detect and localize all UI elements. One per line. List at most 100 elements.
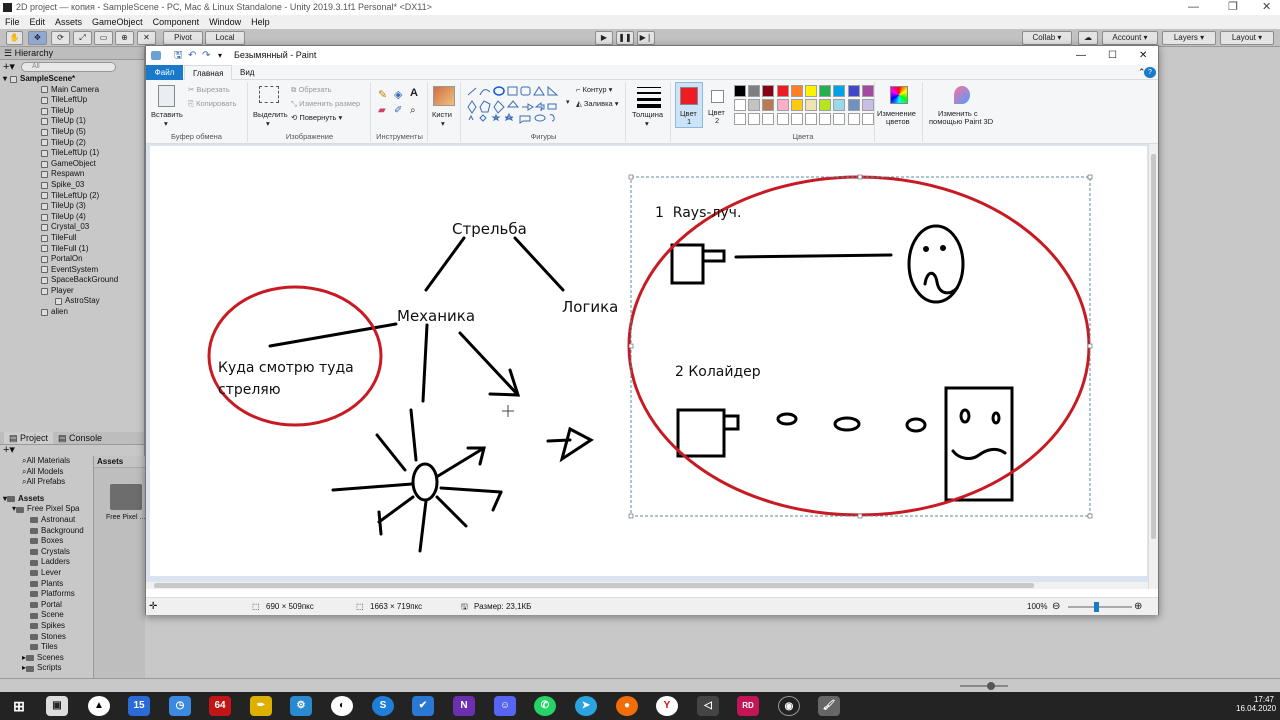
redo-icon[interactable]: ↷ [202, 46, 210, 65]
hierarchy-item[interactable]: TileLeftUp [0, 95, 144, 106]
palette-swatch[interactable] [805, 85, 817, 97]
menu-gameobject[interactable]: GameObject [87, 15, 148, 29]
hierarchy-item[interactable]: TileUp [0, 106, 144, 117]
paint3d-icon[interactable] [954, 86, 970, 104]
copy-button[interactable]: ⎘ Копировать [188, 99, 236, 109]
custom-color-slot[interactable] [819, 113, 832, 125]
text-icon[interactable]: A [410, 87, 418, 99]
palette-swatch[interactable] [748, 85, 761, 97]
menu-file[interactable]: File [0, 15, 25, 29]
horizontal-scroll-thumb[interactable] [154, 583, 1034, 588]
project-folder[interactable]: Portal [0, 600, 90, 611]
menu-window[interactable]: Window [204, 15, 246, 29]
project-folder[interactable]: Platforms [0, 589, 90, 600]
folder-icon[interactable] [110, 484, 142, 510]
hierarchy-item[interactable]: AstroStay [0, 296, 144, 307]
hierarchy-item[interactable]: TileUp (1) [0, 116, 144, 127]
console-tab[interactable]: ▤ Console [53, 432, 107, 444]
select-button[interactable]: Выделить [253, 110, 288, 119]
eraser-icon[interactable]: ▰ [378, 105, 386, 116]
hierarchy-item[interactable]: Crystal_03 [0, 222, 144, 233]
custom-color-slot[interactable] [762, 113, 775, 125]
hierarchy-item[interactable]: SpaceBackGround [0, 275, 144, 286]
layout-dropdown[interactable]: Layout ▾ [1220, 31, 1274, 45]
app-feather-icon[interactable]: ✒ [250, 696, 272, 716]
project-folder[interactable]: ▸ Scripts [0, 663, 90, 674]
palette-swatch[interactable] [762, 99, 775, 111]
explorer-icon[interactable]: ▣ [46, 696, 68, 716]
project-folder[interactable]: Astronaut [0, 515, 90, 526]
assets-root[interactable]: ▾ Assets [0, 494, 90, 505]
zoom-slider-thumb[interactable] [987, 682, 995, 690]
hierarchy-item[interactable]: GameObject [0, 159, 144, 170]
tab-view[interactable]: Вид [232, 65, 262, 80]
color1-button[interactable]: Цвет 1 [675, 82, 703, 128]
pencil-icon[interactable]: ✎ [378, 88, 387, 101]
project-folder[interactable]: Crystals [0, 547, 90, 558]
favorite-item[interactable]: ⌕ All Models [0, 467, 90, 478]
hierarchy-item[interactable]: TileUp (3) [0, 201, 144, 212]
collab-button[interactable]: Collab ▾ [1022, 31, 1072, 45]
project-folder[interactable]: Boxes [0, 536, 90, 547]
hierarchy-item[interactable]: TileLeftUp (2) [0, 191, 144, 202]
shapes-gallery[interactable] [466, 86, 566, 124]
custom-color-slot[interactable] [847, 113, 860, 125]
horizontal-scrollbar[interactable] [146, 582, 1148, 589]
help-icon[interactable]: ? [1144, 67, 1156, 78]
menu-edit[interactable]: Edit [25, 15, 51, 29]
rotate-tool-icon[interactable]: ⟳ [51, 31, 70, 45]
color2-button[interactable]: Цвет 2 [705, 82, 731, 128]
onenote-icon[interactable]: N [453, 696, 475, 716]
local-toggle[interactable]: Local [205, 31, 245, 45]
brushes-dropdown-icon[interactable]: ▾ [441, 119, 445, 128]
maximize-icon[interactable]: ❐ [1228, 0, 1238, 15]
hierarchy-item[interactable]: TileFull (1) [0, 244, 144, 255]
transform-tool-icon[interactable]: ⊕ [115, 31, 134, 45]
palette-swatch[interactable] [861, 99, 874, 111]
outline-button[interactable]: ⌐ Контур ▾ [576, 85, 612, 94]
pivot-toggle[interactable]: Pivot [163, 31, 203, 45]
project-folder[interactable]: Lever [0, 568, 90, 579]
app-circle-icon[interactable]: ◐ [331, 696, 353, 716]
custom-color-slot[interactable] [790, 113, 803, 125]
cut-button[interactable]: ✂ Вырезать [188, 85, 230, 94]
yandex-icon[interactable]: Y [656, 696, 678, 716]
obs-icon[interactable]: ◉ [778, 696, 800, 716]
vertical-scroll-thumb[interactable] [1151, 154, 1156, 539]
crop-button[interactable]: ⧉ Обрезать [291, 85, 332, 95]
edit-colors-line2[interactable]: цветов [886, 117, 910, 126]
custom-color-slot[interactable] [805, 113, 817, 125]
palette-swatch[interactable] [734, 85, 746, 97]
quick-access-dropdown-icon[interactable]: ▾ [218, 46, 222, 65]
unity-taskbar-icon[interactable]: ◁ [697, 696, 719, 716]
hierarchy-search-input[interactable]: All [20, 61, 116, 72]
fill-button[interactable]: ◭ Заливка ▾ [576, 99, 619, 108]
pause-button[interactable]: ❚❚ [616, 31, 634, 45]
clock-app-icon[interactable]: ◷ [169, 696, 191, 716]
paste-button[interactable]: Вставить [151, 110, 183, 119]
create-icon[interactable]: +▾ [3, 60, 15, 73]
rect-tool-icon[interactable]: ▭ [94, 31, 113, 45]
aida64-icon[interactable]: 64 [209, 696, 231, 716]
vertical-scrollbar[interactable] [1148, 144, 1158, 589]
hierarchy-item[interactable]: TileLeftUp (1) [0, 148, 144, 159]
hierarchy-item[interactable]: EventSystem [0, 265, 144, 276]
custom-color-slot[interactable] [833, 113, 846, 125]
project-folder[interactable]: Background [0, 526, 90, 537]
hierarchy-item[interactable]: Player [0, 286, 144, 297]
custom-color-slot[interactable] [861, 113, 874, 125]
menu-assets[interactable]: Assets [50, 15, 87, 29]
palette-swatch[interactable] [776, 99, 789, 111]
project-create-icon[interactable]: +▾ [0, 445, 144, 456]
favorite-item[interactable]: ⌕ All Prefabs [0, 477, 90, 488]
scene-row[interactable]: ▾ SampleScene* [0, 74, 144, 85]
hierarchy-item[interactable]: Main Camera [0, 85, 144, 96]
palette-swatch[interactable] [861, 85, 874, 97]
hierarchy-item[interactable]: alien [0, 307, 144, 318]
palette-swatch[interactable] [790, 99, 803, 111]
paint-maximize-icon[interactable]: ☐ [1108, 46, 1117, 65]
project-folder[interactable]: ▾ Free Pixel Spa [0, 504, 90, 515]
custom-tool-icon[interactable]: ✕ [137, 31, 156, 45]
hand-tool-icon[interactable]: ✋ [6, 31, 23, 45]
whatsapp-icon[interactable]: ✆ [534, 696, 556, 716]
